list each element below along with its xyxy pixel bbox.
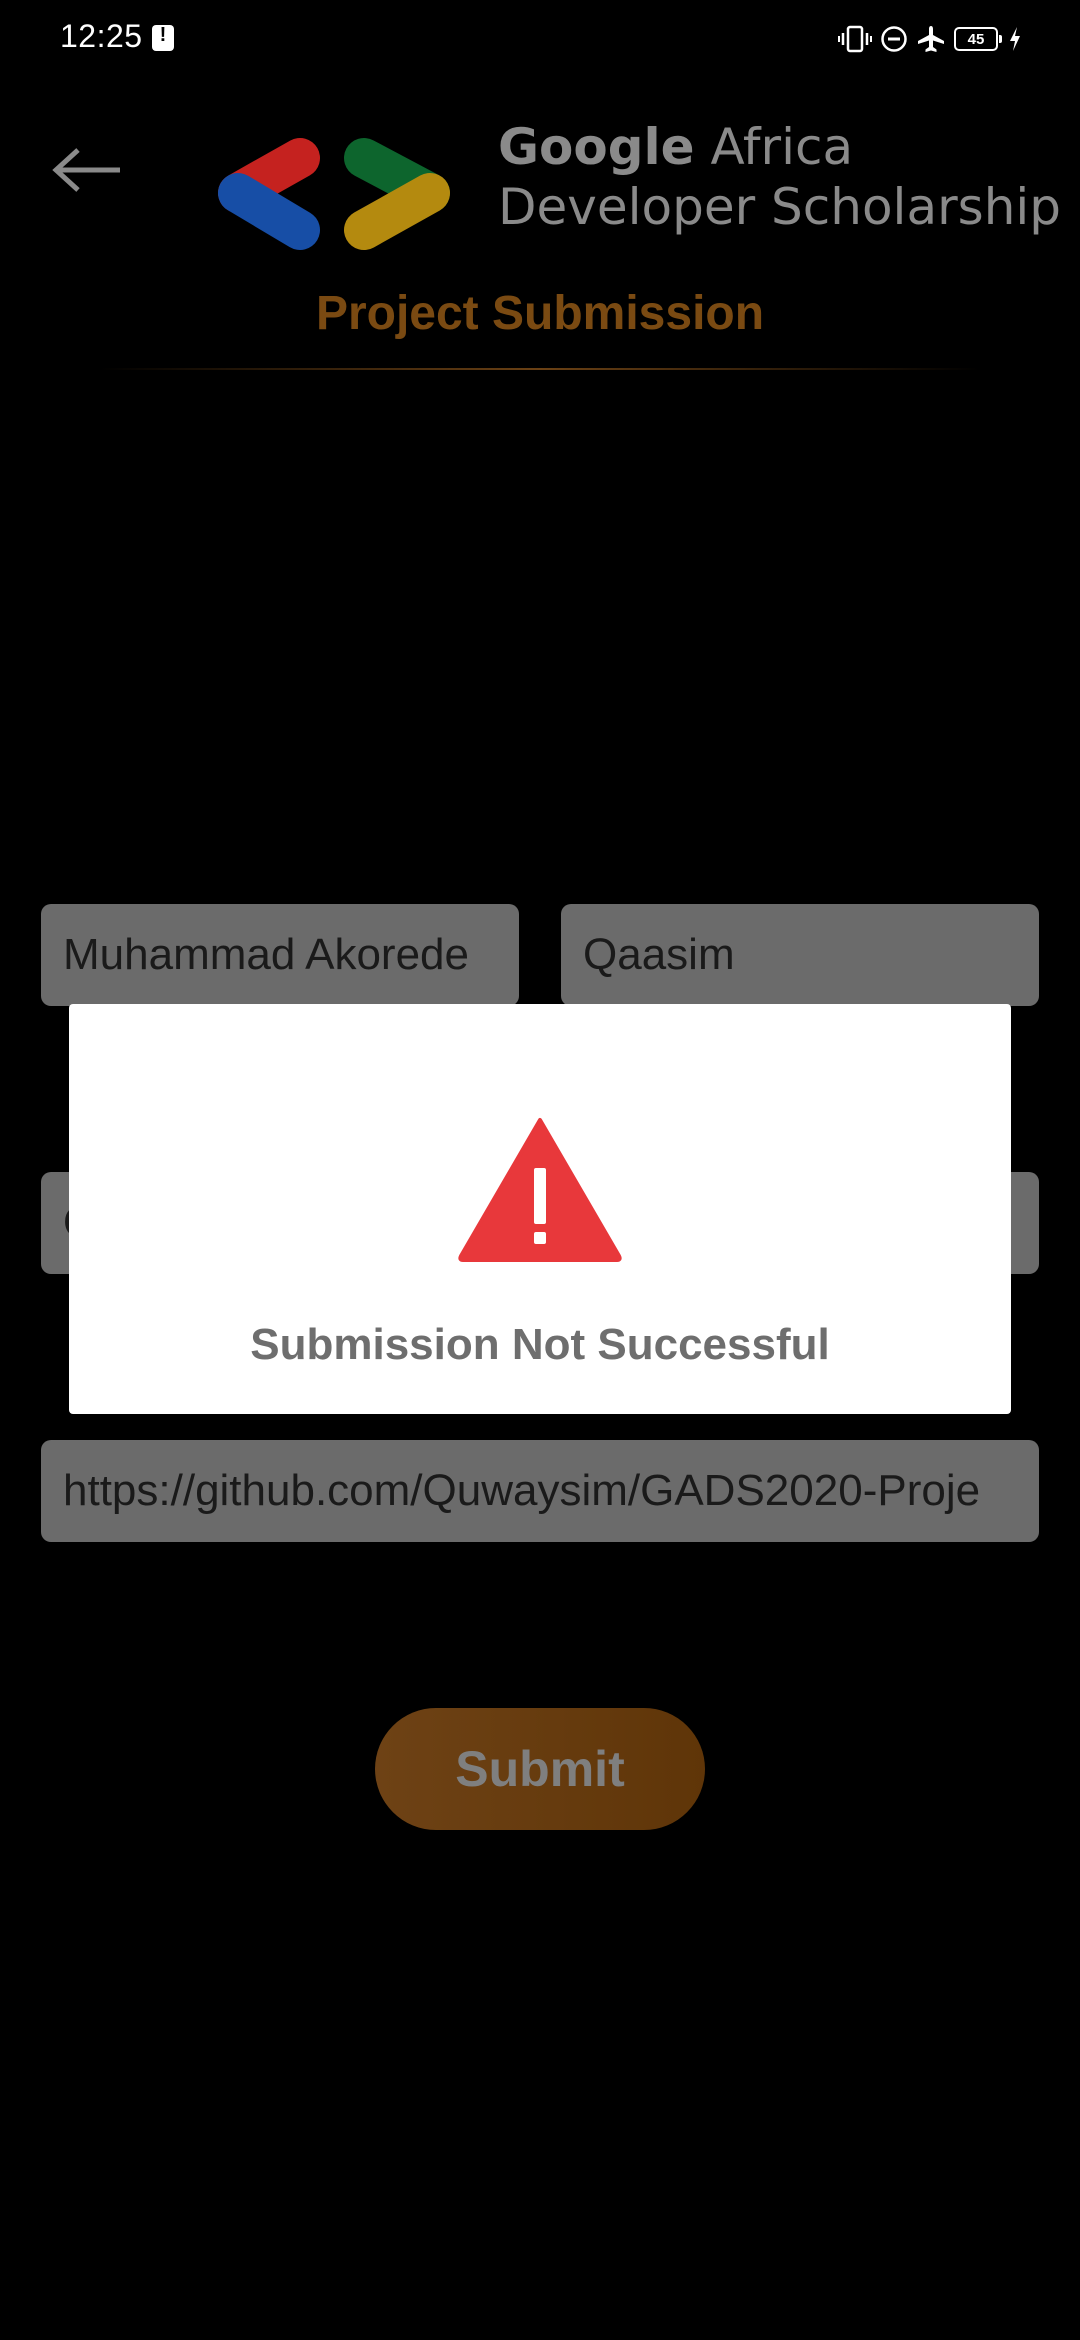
brand-line-1: Google Africa (498, 118, 853, 176)
dialog-message: Submission Not Successful (250, 1320, 830, 1369)
airplane-icon (918, 26, 944, 52)
gdsc-logo (218, 138, 450, 250)
brand-google: Google (498, 118, 695, 176)
github-link-value: https://github.com/Quwaysim/GADS2020-Pro… (63, 1466, 981, 1515)
app-screen: 12:25 45 (0, 0, 1080, 2340)
page-title: Project Submission (315, 287, 765, 340)
battery-icon: 45 (954, 27, 1002, 51)
brand-africa: Africa (710, 118, 854, 176)
brand-line-2: Developer Scholarship (498, 178, 1062, 236)
back-button[interactable] (48, 140, 128, 200)
arrow-left-icon (52, 148, 120, 192)
warning-icon (458, 1118, 622, 1262)
charging-icon (1010, 27, 1020, 51)
alert-icon (152, 24, 174, 51)
title-divider (100, 368, 980, 370)
status-time: 12:25 (60, 18, 143, 54)
battery-level: 45 (967, 30, 985, 48)
error-dialog[interactable]: Submission Not Successful (69, 1004, 1011, 1414)
status-bar: 12:25 45 (0, 0, 1080, 80)
do-not-disturb-icon (881, 26, 907, 52)
status-icons: 45 (838, 22, 1022, 56)
vibrate-icon (838, 25, 872, 53)
first-name-value: Muhammad Akorede (63, 930, 469, 979)
submit-button[interactable]: Submit (375, 1708, 705, 1830)
last-name-value: Qaasim (583, 930, 735, 979)
github-link-field[interactable]: https://github.com/Quwaysim/GADS2020-Pro… (41, 1440, 1039, 1542)
last-name-field[interactable]: Qaasim (561, 904, 1039, 1006)
first-name-field[interactable]: Muhammad Akorede (41, 904, 519, 1006)
